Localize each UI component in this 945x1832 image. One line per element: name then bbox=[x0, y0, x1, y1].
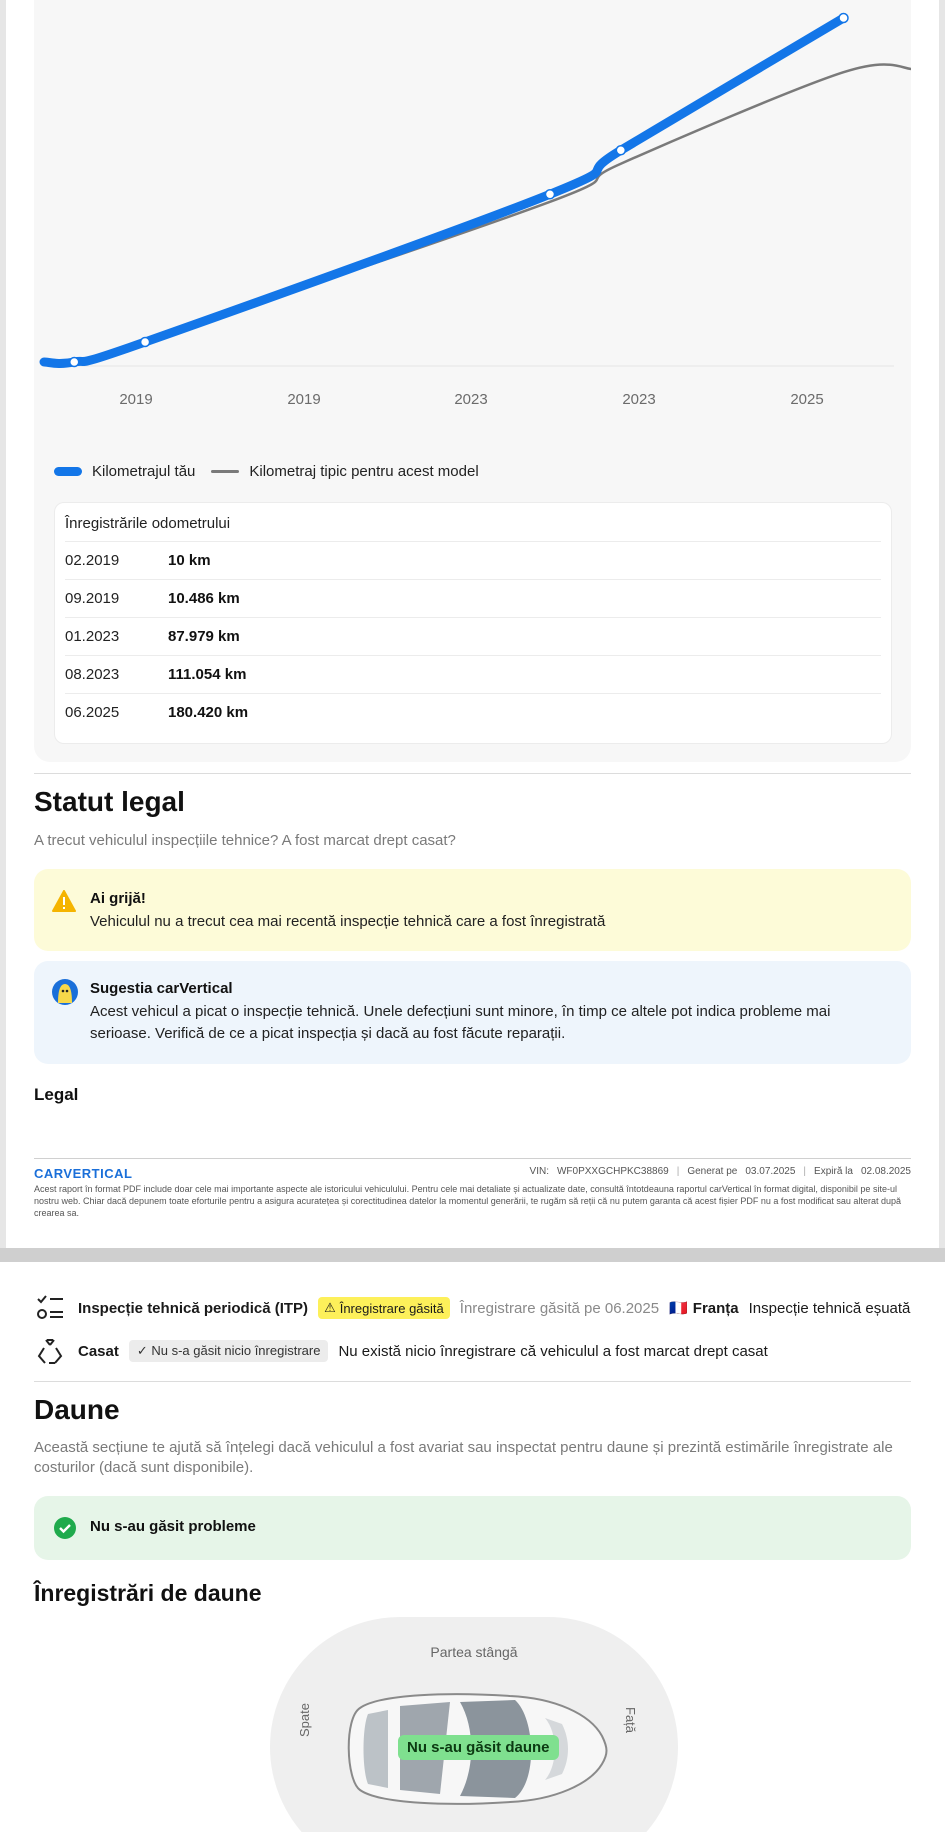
table-row: 09.2019 10.486 km bbox=[65, 579, 881, 617]
section-divider bbox=[34, 773, 911, 774]
mileage-chart: 2019 2019 2023 2023 2025 bbox=[39, 12, 911, 408]
footer-divider bbox=[34, 1158, 911, 1159]
warning-text: Vehiculul nu a trecut cea mai recentă in… bbox=[90, 913, 606, 930]
check-icon: ✓ bbox=[136, 1343, 152, 1358]
warning-title: Ai grijă! bbox=[90, 890, 146, 907]
x-tick-label: 2023 bbox=[454, 391, 487, 408]
page-edge-right bbox=[939, 0, 945, 1248]
series-line-typical bbox=[43, 63, 911, 365]
legend-label-yours: Kilometrajul tău bbox=[92, 463, 196, 480]
page-edge-left bbox=[0, 0, 6, 1248]
odometer-km: 10 km bbox=[168, 552, 211, 569]
casat-badge-label: Nu s-a găsit nicio înregistrare bbox=[151, 1343, 321, 1358]
meta-separator: | bbox=[803, 1166, 807, 1177]
table-row: 06.2025 180.420 km bbox=[65, 693, 881, 731]
odometer-date: 06.2025 bbox=[65, 704, 120, 721]
odometer-km: 87.979 km bbox=[168, 628, 240, 645]
carvertical-mascot-icon bbox=[52, 979, 78, 1005]
page-gap bbox=[0, 1248, 945, 1262]
warning-alert: Ai grijă! Vehiculul nu a trecut cea mai … bbox=[34, 869, 911, 951]
x-tick-label: 2025 bbox=[790, 391, 823, 408]
warning-icon bbox=[52, 890, 76, 912]
generated-label: Generat pe bbox=[687, 1166, 738, 1177]
casat-check-row: Casat ✓ Nu s-a găsit nicio înregistrare … bbox=[34, 1335, 768, 1367]
x-tick-label: 2019 bbox=[287, 391, 320, 408]
suggestion-title: Sugestia carVertical bbox=[90, 980, 233, 997]
diagram-label-front: Față bbox=[623, 1707, 638, 1734]
suggestion-alert: Sugestia carVertical Acest vehicul a pic… bbox=[34, 961, 911, 1064]
table-row: 08.2023 111.054 km bbox=[65, 655, 881, 693]
x-tick-label: 2023 bbox=[622, 391, 655, 408]
vin-label: VIN: bbox=[529, 1166, 549, 1177]
check-circle-icon bbox=[54, 1517, 76, 1539]
legend-swatch-yours bbox=[54, 467, 82, 476]
diagram-label-rear: Spate bbox=[297, 1703, 312, 1737]
casat-label: Casat bbox=[78, 1342, 119, 1360]
expires-date: 02.08.2025 bbox=[860, 1166, 911, 1177]
odometer-title: Înregistrările odometrului bbox=[65, 515, 231, 532]
data-point bbox=[838, 12, 849, 24]
odometer-km: 10.486 km bbox=[168, 590, 240, 607]
itp-result: Inspecție tehnică eșuată bbox=[748, 1299, 911, 1317]
damage-subtitle: Această secțiune te ajută să înțelegi da… bbox=[34, 1439, 893, 1476]
section-divider bbox=[34, 1381, 911, 1382]
x-tick-label: 2019 bbox=[119, 391, 152, 408]
itp-status-badge: ⚠ Înregistrare găsită bbox=[318, 1297, 450, 1319]
odometer-date: 01.2023 bbox=[65, 628, 120, 645]
footer-disclaimer: Acest raport în format PDF include doar … bbox=[34, 1184, 901, 1218]
damage-title: Daune bbox=[34, 1394, 120, 1425]
legend-swatch-typical bbox=[211, 470, 240, 473]
odometer-date: 08.2023 bbox=[65, 666, 120, 683]
odometer-km: 111.054 km bbox=[168, 666, 247, 683]
no-issues-text: Nu s-au găsit probleme bbox=[90, 1518, 256, 1535]
data-point bbox=[615, 145, 627, 156]
itp-label: Inspecție tehnică periodică (ITP) bbox=[78, 1299, 309, 1317]
suggestion-text: Acest vehicul a picat o inspecție tehnic… bbox=[90, 1003, 831, 1042]
checklist-icon bbox=[34, 1292, 66, 1324]
legend-label-typical: Kilometraj tipic pentru acest model bbox=[249, 463, 479, 480]
chart-legend: Kilometrajul tău Kilometraj tipic pentru… bbox=[54, 463, 479, 480]
expires-label: Expiră la bbox=[814, 1166, 853, 1177]
diagram-label-left-side: Partea stângă bbox=[430, 1644, 518, 1660]
legal-status-subtitle: A trecut vehiculul inspecțiile tehnice? … bbox=[34, 832, 456, 849]
data-point bbox=[68, 356, 80, 368]
alert-triangle-icon: ⚠ bbox=[324, 1300, 336, 1315]
legal-status-title: Statut legal bbox=[34, 786, 185, 817]
meta-separator: | bbox=[676, 1166, 680, 1177]
data-point bbox=[139, 336, 151, 348]
report-page-1: 2019 2019 2023 2023 2025 Kilometrajul tău Ki… bbox=[0, 0, 945, 1248]
odometer-km: 180.420 km bbox=[168, 704, 249, 721]
report-meta: VIN: WF0PXXGCHPKC38869 | Generat pe 03.0… bbox=[530, 1166, 911, 1177]
recycle-icon bbox=[34, 1335, 66, 1367]
casat-status-badge: ✓ Nu s-a găsit nicio înregistrare bbox=[128, 1340, 329, 1362]
data-point bbox=[544, 189, 556, 200]
car-damage-diagram: Partea stângă Spate Față Nu s-au găsit d… bbox=[270, 1617, 678, 1832]
casat-text: Nu există nicio înregistrare că vehiculu… bbox=[338, 1342, 768, 1360]
no-damage-badge: Nu s-au găsit daune bbox=[398, 1735, 559, 1760]
table-row: 01.2023 87.979 km bbox=[65, 617, 881, 655]
legal-section-label: Legal bbox=[34, 1085, 79, 1104]
itp-country: Franța bbox=[692, 1299, 739, 1317]
odometer-records: Înregistrările odometrului 02.2019 10 km… bbox=[54, 502, 892, 744]
itp-check-row: Inspecție tehnică periodică (ITP) ⚠ Înre… bbox=[34, 1292, 910, 1324]
vin-value: WF0PXXGCHPKC38869 bbox=[556, 1166, 669, 1177]
damage-records-title: Înregistrări de daune bbox=[34, 1580, 262, 1606]
generated-date: 03.07.2025 bbox=[745, 1166, 796, 1177]
no-issues-alert: Nu s-au găsit probleme bbox=[34, 1496, 911, 1560]
itp-found-date: Înregistrare găsită pe 06.2025 bbox=[459, 1299, 660, 1317]
odometer-date: 09.2019 bbox=[65, 590, 120, 607]
site-watermark: Autovit.ro bbox=[4, 1798, 118, 1823]
france-flag-icon: 🇫🇷 bbox=[669, 1300, 688, 1317]
carvertical-logo: CARVERTICAL bbox=[34, 1166, 133, 1181]
table-row: 02.2019 10 km bbox=[65, 541, 881, 579]
series-line-yours bbox=[39, 13, 849, 368]
itp-badge-label: Înregistrare găsită bbox=[339, 1300, 444, 1316]
odometer-date: 02.2019 bbox=[65, 552, 120, 569]
